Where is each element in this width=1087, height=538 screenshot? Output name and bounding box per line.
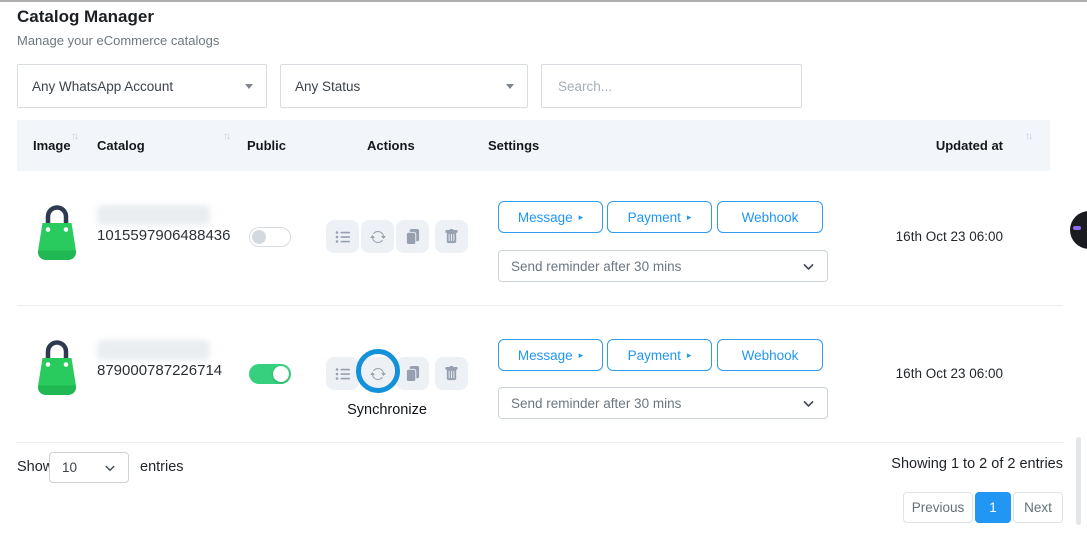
webhook-button-label: Webhook (742, 348, 799, 363)
chevron-down-icon (802, 397, 815, 410)
submenu-arrow-icon: ▸ (687, 213, 692, 222)
sync-icon (370, 229, 386, 245)
trash-icon (444, 229, 459, 244)
message-settings-button[interactable]: Message ▸ (498, 201, 603, 233)
chevron-down-icon (802, 260, 815, 273)
shopping-bag-icon (33, 202, 81, 264)
copy-icon (405, 366, 420, 381)
list-products-button[interactable] (326, 220, 359, 253)
entries-label: entries (140, 459, 184, 475)
shopping-bag-icon (33, 337, 81, 399)
column-header-public: Public (247, 120, 286, 171)
sort-icon[interactable]: ↑↓ (1025, 131, 1031, 142)
pagination-next-button[interactable]: Next (1013, 492, 1063, 523)
message-button-label: Message (518, 348, 573, 363)
toggle-knob (273, 366, 289, 382)
submenu-arrow-icon: ▸ (687, 351, 692, 360)
window-top-edge (0, 0, 1087, 2)
payment-settings-button[interactable]: Payment ▸ (607, 201, 712, 233)
whatsapp-account-selected-value: Any WhatsApp Account (32, 79, 173, 94)
table-header: Image ↑↓ Catalog ↑↓ Public Actions Setti… (17, 120, 1050, 171)
catalog-name-redacted (97, 205, 210, 225)
caret-down-icon (506, 84, 514, 89)
caret-down-icon (245, 84, 253, 89)
catalog-name-redacted (97, 340, 210, 360)
catalog-id: 879000787226714 (97, 362, 222, 379)
status-selected-value: Any Status (295, 79, 360, 94)
status-select[interactable]: Any Status (280, 64, 528, 108)
updated-at-value: 16th Oct 23 06:00 (853, 366, 1003, 381)
submenu-arrow-icon: ▸ (579, 351, 584, 360)
pagination-current-page[interactable]: 1 (975, 492, 1011, 523)
column-header-catalog[interactable]: Catalog (97, 120, 145, 171)
annotation-highlight-circle (356, 349, 400, 393)
sort-icon[interactable]: ↑↓ (71, 131, 77, 142)
column-header-actions: Actions (367, 120, 415, 171)
floating-widget-accent (1073, 226, 1081, 230)
webhook-settings-button[interactable]: Webhook (717, 339, 823, 371)
duplicate-button[interactable] (396, 220, 429, 253)
payment-button-label: Payment (628, 348, 681, 363)
payment-button-label: Payment (628, 210, 681, 225)
updated-at-value: 16th Oct 23 06:00 (853, 229, 1003, 244)
reminder-selected-value: Send reminder after 30 mins (511, 396, 681, 411)
pagination-previous-button[interactable]: Previous (903, 492, 973, 523)
delete-button[interactable] (435, 357, 468, 390)
message-button-label: Message (518, 210, 573, 225)
reminder-select[interactable]: Send reminder after 30 mins (498, 250, 828, 282)
column-header-updated-at[interactable]: Updated at (857, 120, 1003, 171)
search-input[interactable] (556, 78, 787, 95)
list-products-button[interactable] (326, 357, 359, 390)
payment-settings-button[interactable]: Payment ▸ (607, 339, 712, 371)
public-toggle[interactable] (249, 227, 291, 247)
submenu-arrow-icon: ▸ (579, 213, 584, 222)
page-size-value: 10 (62, 460, 77, 475)
duplicate-button[interactable] (396, 357, 429, 390)
public-toggle[interactable] (249, 364, 291, 384)
column-header-image[interactable]: Image (33, 120, 71, 171)
message-settings-button[interactable]: Message ▸ (498, 339, 603, 371)
list-icon (335, 366, 351, 382)
copy-icon (405, 229, 420, 244)
page-size-select[interactable]: 10 (49, 452, 129, 483)
webhook-button-label: Webhook (742, 210, 799, 225)
column-header-settings: Settings (488, 120, 539, 171)
catalog-id: 1015597906488436 (97, 227, 230, 244)
page-subtitle: Manage your eCommerce catalogs (17, 33, 219, 48)
table-row: 1015597906488436 Message ▸ Payment ▸ Webho… (17, 172, 1063, 306)
toggle-knob (252, 230, 266, 244)
list-icon (335, 229, 351, 245)
reminder-select[interactable]: Send reminder after 30 mins (498, 387, 828, 419)
scrollbar-thumb[interactable] (1076, 437, 1081, 525)
search-field-wrapper (541, 64, 802, 108)
show-label: Show (17, 459, 53, 475)
annotation-label: Synchronize (332, 402, 442, 418)
sort-icon[interactable]: ↑↓ (223, 131, 229, 142)
webhook-settings-button[interactable]: Webhook (717, 201, 823, 233)
whatsapp-account-select[interactable]: Any WhatsApp Account (17, 64, 267, 108)
reminder-selected-value: Send reminder after 30 mins (511, 259, 681, 274)
table-row: 879000787226714 Message ▸ Payment ▸ Webhoo… (17, 306, 1063, 443)
trash-icon (444, 366, 459, 381)
chevron-down-icon (104, 462, 116, 474)
synchronize-button[interactable] (361, 220, 394, 253)
delete-button[interactable] (435, 220, 468, 253)
showing-entries-summary: Showing 1 to 2 of 2 entries (800, 456, 1063, 472)
floating-widget-button[interactable] (1070, 211, 1087, 249)
page-title: Catalog Manager (17, 7, 154, 27)
